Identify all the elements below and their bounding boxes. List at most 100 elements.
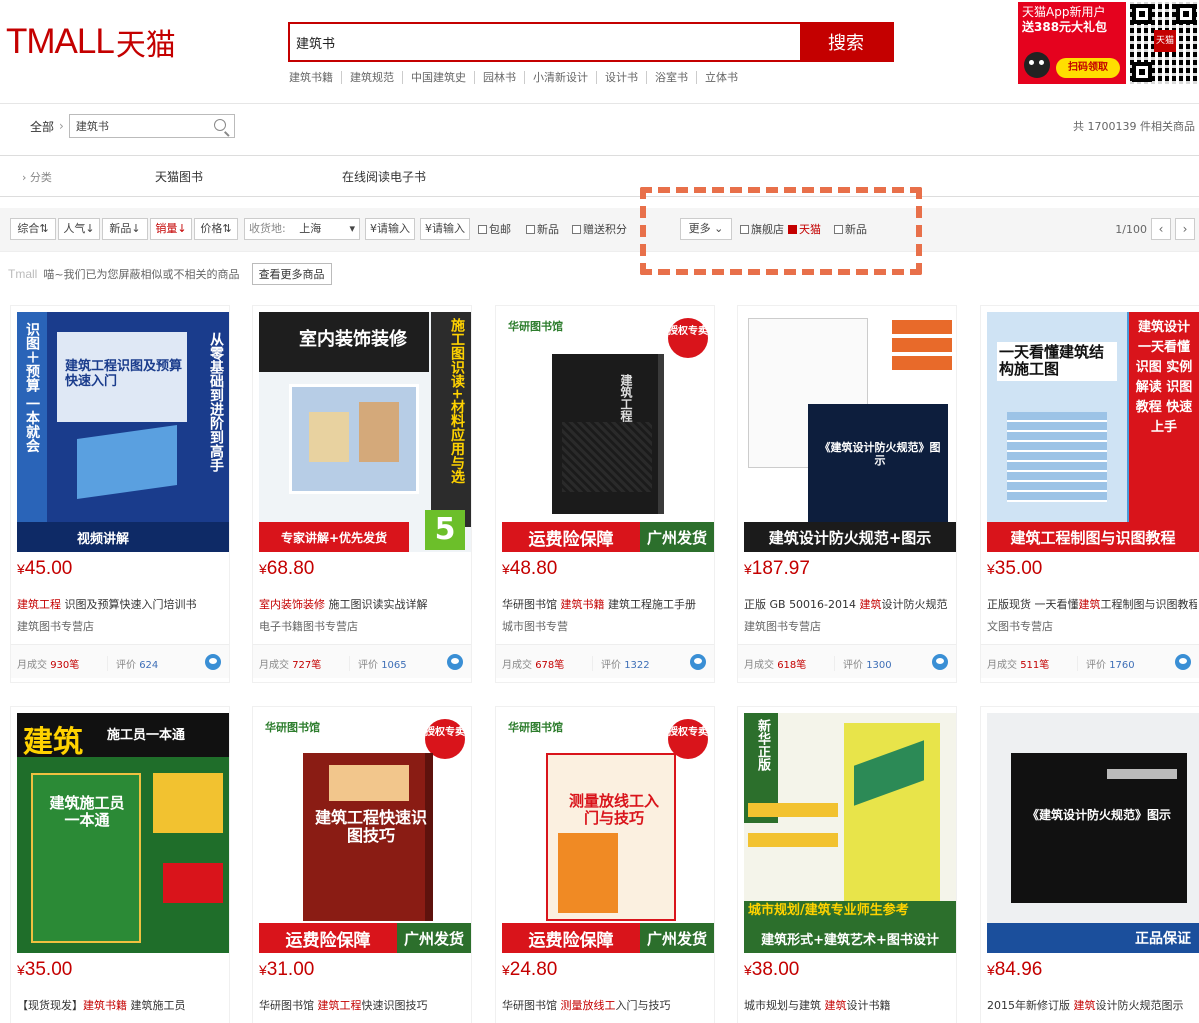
- guangzhou-ship-band: 广州发货: [640, 923, 714, 953]
- product-title[interactable]: 华研图书馆 测量放线工入门与技巧: [502, 997, 712, 1013]
- filter-flagship[interactable]: 旗舰店: [740, 221, 784, 237]
- product-title[interactable]: 正版现货 一天看懂建筑工程制图与识图教程: [987, 596, 1197, 612]
- product-card[interactable]: 新华正版 城市规划/建筑专业师生参考 建筑形式+建筑艺术+图书设计 ¥38.00…: [737, 706, 957, 1023]
- prev-page-button[interactable]: ‹: [1151, 218, 1171, 240]
- sort-popularity[interactable]: 人气↓: [58, 218, 100, 240]
- product-image[interactable]: 建筑 施工员一本通 建筑施工员一本通: [17, 713, 229, 953]
- view-more-button[interactable]: 查看更多商品: [251, 263, 332, 285]
- filter-free-shipping[interactable]: 包邮: [478, 221, 511, 237]
- price-to-input[interactable]: ¥请输入: [420, 218, 470, 240]
- wangwang-chat-icon[interactable]: [690, 654, 706, 670]
- wangwang-chat-icon[interactable]: [447, 654, 463, 670]
- product-title[interactable]: 华研图书馆 建筑工程快速识图技巧: [259, 997, 469, 1013]
- cover-title: 建筑工程快速识图技巧: [315, 808, 428, 846]
- breadcrumb-all[interactable]: 全部: [30, 118, 54, 135]
- shipping-insurance-band: 运费险保障: [502, 522, 640, 552]
- cover-title: 建筑施工员一本通: [49, 794, 125, 830]
- app-promo-banner[interactable]: 天猫App新用户 送388元大礼包 扫码领取: [1018, 2, 1126, 84]
- page-indicator: 1/100: [1115, 222, 1147, 236]
- checkbox-icon: [834, 225, 843, 234]
- shop-name[interactable]: 电子书籍图书专营店: [259, 618, 358, 634]
- pager: 1/100 ‹ ›: [1115, 218, 1195, 240]
- promo-line-1: 天猫App新用户: [1022, 5, 1106, 19]
- hot-word[interactable]: 建筑书籍: [289, 71, 341, 84]
- search-input[interactable]: [290, 24, 800, 60]
- cover-band: 建筑形式+建筑艺术+图书设计: [744, 923, 956, 953]
- wangwang-chat-icon[interactable]: [932, 654, 948, 670]
- product-image[interactable]: 华研图书馆 授权专卖 建筑工程施工手册 运费险保障 广州发货: [502, 312, 714, 552]
- more-filters-dropdown[interactable]: 更多 ⌄: [680, 218, 732, 240]
- filter-points[interactable]: 赠送积分: [572, 221, 627, 237]
- product-card[interactable]: 《建筑设计防火规范》图示 正品保证 ¥84.96 2015年新修订版 建筑设计防…: [980, 706, 1199, 1023]
- search-button[interactable]: 搜索: [800, 24, 892, 60]
- hot-word[interactable]: 小清新设计: [524, 71, 596, 84]
- checkbox-icon: [740, 225, 749, 234]
- product-image[interactable]: 《建筑设计防火规范》图示 建筑设计防火规范+图示: [744, 312, 956, 552]
- hot-word[interactable]: 浴室书: [646, 71, 696, 84]
- search-icon[interactable]: [213, 119, 226, 131]
- cover-badge: 5: [425, 510, 465, 550]
- breadcrumb-query: 建筑书: [75, 120, 109, 133]
- product-title[interactable]: 建筑工程 识图及预算快速入门培训书: [17, 596, 227, 612]
- filter-new-tag[interactable]: 新品: [834, 221, 867, 237]
- product-card[interactable]: 一天看懂建筑结构施工图 建筑设计 一天看懂 识图 实例解读 识图教程 快速上手 …: [980, 305, 1199, 683]
- product-title[interactable]: 城市规划与建筑 建筑设计书籍: [744, 997, 954, 1013]
- sort-new[interactable]: 新品↓: [102, 218, 148, 240]
- product-image[interactable]: 华研图书馆 授权专卖 建筑工程快速识图技巧 运费险保障 广州发货: [259, 713, 471, 953]
- product-card[interactable]: 室内装饰装修 施工图识读+材料应用与选 专家讲解+优先发货 5 ¥68.80 室…: [252, 305, 472, 683]
- tmall-logo[interactable]: TMALL 天猫: [6, 18, 176, 66]
- filter-new[interactable]: 新品: [526, 221, 559, 237]
- product-title[interactable]: 室内装饰装修 施工图识读实战详解: [259, 596, 469, 612]
- cover-side-text: 识图＋预算 一本就会: [24, 322, 40, 453]
- cover-side-text: 施工图识读+材料应用与选: [449, 318, 465, 484]
- shop-name[interactable]: 文图书专营店: [987, 618, 1053, 634]
- next-page-button[interactable]: ›: [1175, 218, 1195, 240]
- product-title[interactable]: 正版 GB 50016-2014 建筑设计防火规范: [744, 596, 954, 612]
- product-title[interactable]: 华研图书馆 建筑书籍 建筑工程施工手册: [502, 596, 712, 612]
- ship-location-select[interactable]: 收货地: 上海 ▾: [244, 218, 360, 240]
- header-divider: [0, 103, 1199, 104]
- filter-tmall[interactable]: 天猫: [788, 221, 821, 237]
- shop-name[interactable]: 城市图书专营: [502, 618, 568, 634]
- product-title[interactable]: 【现货现发】建筑书籍 建筑施工员: [17, 997, 227, 1013]
- product-card[interactable]: 建筑 施工员一本通 建筑施工员一本通 ¥35.00 【现货现发】建筑书籍 建筑施…: [10, 706, 230, 1023]
- category-row: › 分类 天猫图书 在线阅读电子书: [0, 155, 1199, 197]
- product-card[interactable]: 《建筑设计防火规范》图示 建筑设计防火规范+图示 ¥187.97 正版 GB 5…: [737, 305, 957, 683]
- product-image[interactable]: 华研图书馆 授权专卖 测量放线工入门与技巧 运费险保障 广州发货: [502, 713, 714, 953]
- tmall-cat-icon: [1024, 52, 1050, 78]
- hot-word[interactable]: 中国建筑史: [402, 71, 474, 84]
- product-image[interactable]: 新华正版 城市规划/建筑专业师生参考 建筑形式+建筑艺术+图书设计: [744, 713, 956, 953]
- sort-price[interactable]: 价格⇅: [194, 218, 238, 240]
- wangwang-chat-icon[interactable]: [205, 654, 221, 670]
- product-image[interactable]: 一天看懂建筑结构施工图 建筑设计 一天看懂 识图 实例解读 识图教程 快速上手 …: [987, 312, 1199, 552]
- cover-title: 《建筑设计防火规范》图示: [819, 441, 941, 467]
- product-card[interactable]: 识图＋预算 一本就会 建筑工程识图及预算快速入门 从零基础到进阶到高手 视频讲解…: [10, 305, 230, 683]
- sort-default[interactable]: 综合⇅: [10, 218, 56, 240]
- cover-band: 专家讲解+优先发货: [259, 522, 409, 552]
- cover-side-text: 新华正版: [755, 719, 770, 771]
- hot-word[interactable]: 园林书: [474, 71, 524, 84]
- product-image[interactable]: 识图＋预算 一本就会 建筑工程识图及预算快速入门 从零基础到进阶到高手 视频讲解: [17, 312, 229, 552]
- wangwang-chat-icon[interactable]: [1175, 654, 1191, 670]
- cover-title: 测量放线工入门与技巧: [568, 792, 659, 828]
- product-card[interactable]: 华研图书馆 授权专卖 建筑工程施工手册 运费险保障 广州发货 ¥48.80 华研…: [495, 305, 715, 683]
- hot-word[interactable]: 立体书: [696, 71, 746, 84]
- sort-sales[interactable]: 销量↓: [150, 218, 192, 240]
- product-image[interactable]: 《建筑设计防火规范》图示 正品保证: [987, 713, 1199, 953]
- shop-name[interactable]: 建筑图书专营店: [17, 618, 94, 634]
- cover-band: 视频讲解: [17, 522, 229, 552]
- product-image[interactable]: 室内装饰装修 施工图识读+材料应用与选 专家讲解+优先发货 5: [259, 312, 471, 552]
- category-tmall-books[interactable]: 天猫图书: [155, 168, 203, 185]
- shop-name[interactable]: 建筑图书专营店: [744, 618, 821, 634]
- hot-word[interactable]: 建筑规范: [341, 71, 402, 84]
- product-price: ¥31.00: [259, 959, 315, 980]
- breadcrumb-query-box[interactable]: 建筑书: [68, 114, 235, 138]
- product-title[interactable]: 2015年新修订版 建筑设计防火规范图示: [987, 997, 1197, 1013]
- hot-word[interactable]: 设计书: [596, 71, 646, 84]
- product-card[interactable]: 华研图书馆 授权专卖 测量放线工入门与技巧 运费险保障 广州发货 ¥24.80 …: [495, 706, 715, 1023]
- logo-text: TMALL: [6, 22, 115, 61]
- publisher-logo: 华研图书馆: [265, 721, 320, 734]
- price-from-input[interactable]: ¥请输入: [365, 218, 415, 240]
- product-card[interactable]: 华研图书馆 授权专卖 建筑工程快速识图技巧 运费险保障 广州发货 ¥31.00 …: [252, 706, 472, 1023]
- category-ebooks[interactable]: 在线阅读电子书: [342, 168, 426, 185]
